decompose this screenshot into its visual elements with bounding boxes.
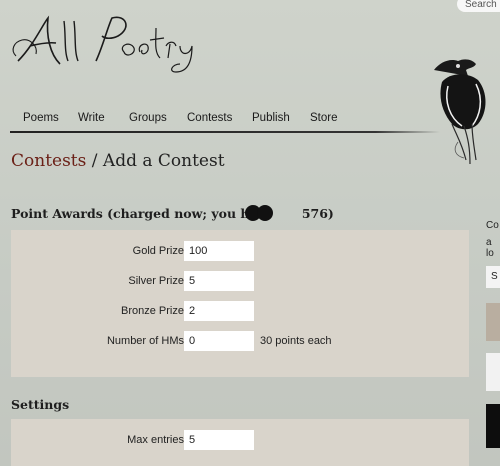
point-awards-title-prefix: Point Awards (charged now; you have: [11, 206, 273, 221]
search-button[interactable]: Search: [457, 0, 500, 12]
bronze-prize-row: Bronze Prize: [11, 301, 469, 323]
breadcrumb: Contests / Add a Contest: [11, 151, 225, 171]
nav-item-write[interactable]: Write: [78, 112, 105, 124]
settings-heading: Settings: [11, 397, 70, 412]
sidebar-thumbnail-2[interactable]: [486, 353, 500, 391]
nav-item-poems[interactable]: Poems: [23, 112, 59, 124]
sidebar-thumbnail-1[interactable]: [486, 303, 500, 341]
nav-item-publish[interactable]: Publish: [252, 112, 290, 124]
redaction-mark: [245, 205, 274, 221]
silver-prize-row: Silver Prize: [11, 271, 469, 293]
sidebar-thumbnail-3[interactable]: [486, 404, 500, 448]
point-awards-heading: Point Awards (charged now; you have 576): [11, 206, 334, 221]
silver-prize-label: Silver Prize: [128, 275, 184, 287]
point-awards-panel: Gold Prize Silver Prize Bronze Prize Num…: [11, 230, 469, 377]
max-entries-input[interactable]: [184, 430, 254, 450]
gold-prize-input[interactable]: [184, 241, 254, 261]
gold-prize-label: Gold Prize: [132, 245, 184, 257]
hm-points-note: 30 points each: [260, 335, 332, 347]
logo-script-wordmark: [12, 15, 193, 73]
nav-divider: [10, 131, 440, 133]
bronze-prize-label: Bronze Prize: [121, 305, 184, 317]
settings-panel: Max entries: [11, 419, 469, 466]
number-of-hms-row: Number of HMs 30 points each: [11, 331, 469, 353]
sidebar-text-fragment-1: Co: [486, 220, 499, 231]
all-poetry-logo[interactable]: [8, 6, 198, 76]
breadcrumb-separator: /: [86, 151, 103, 171]
crow-illustration: [428, 52, 500, 167]
number-of-hms-input[interactable]: [184, 331, 254, 351]
sidebar-text-fragment-2: a lo: [486, 237, 494, 259]
nav-item-store[interactable]: Store: [310, 112, 338, 124]
silver-prize-input[interactable]: [184, 271, 254, 291]
page-title: Add a Contest: [102, 151, 225, 171]
number-of-hms-label: Number of HMs: [106, 335, 184, 347]
max-entries-label: Max entries: [127, 434, 184, 446]
gold-prize-row: Gold Prize: [11, 241, 469, 263]
bronze-prize-input[interactable]: [184, 301, 254, 321]
point-awards-title-suffix: 576): [301, 206, 334, 221]
max-entries-row: Max entries: [11, 430, 469, 452]
nav-item-contests[interactable]: Contests: [187, 112, 232, 124]
nav-item-groups[interactable]: Groups: [129, 112, 167, 124]
breadcrumb-contests-link[interactable]: Contests: [11, 151, 86, 171]
sidebar-button[interactable]: S: [486, 266, 500, 288]
